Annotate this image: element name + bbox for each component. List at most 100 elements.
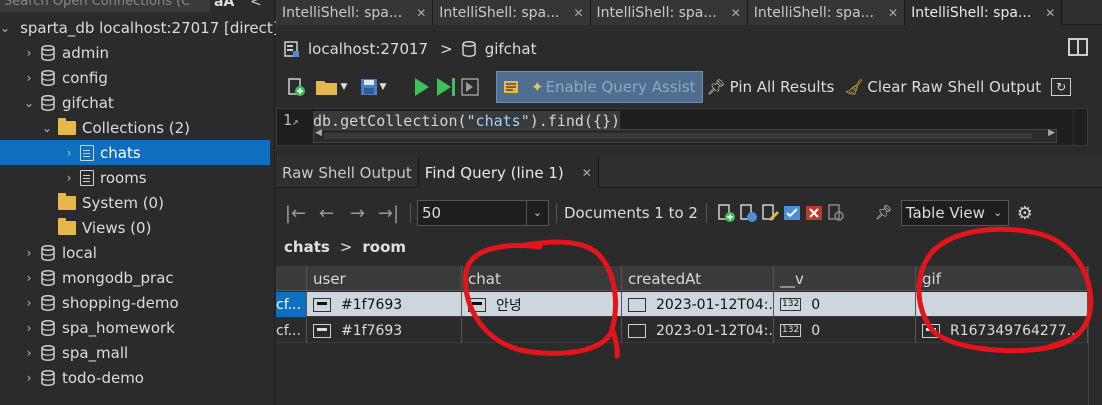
table-cell-chat[interactable] <box>462 318 622 343</box>
table-cell-chat[interactable]: 안녕 <box>462 292 622 317</box>
column-header[interactable]: chat <box>462 266 622 291</box>
result-path-field[interactable]: room <box>362 238 406 256</box>
close-tab-icon[interactable]: ✕ <box>416 6 426 20</box>
close-result-tab-icon[interactable]: ✕ <box>582 166 592 180</box>
view-mode-dropdown-icon[interactable]: ⌄ <box>988 201 1008 225</box>
import-document-icon[interactable] <box>738 203 758 223</box>
chevron-right-icon[interactable]: › <box>62 146 76 160</box>
table-cell-gif[interactable] <box>916 292 1088 317</box>
page-size-select[interactable]: 50 ⌄ <box>417 200 549 226</box>
query-code[interactable]: db.getCollection("chats").find({}) <box>313 111 621 129</box>
save-icon[interactable]: ▼ <box>352 74 394 100</box>
chevron-right-icon[interactable]: › <box>22 246 36 260</box>
close-tab-icon[interactable]: ✕ <box>888 6 898 20</box>
enable-query-assist-button[interactable]: ✦ Enable Query Assist <box>496 71 703 103</box>
next-page-icon[interactable]: → <box>342 203 373 224</box>
table-row[interactable]: cf... #1f7693 2023-01-12T04:... 132 0 R167349… <box>276 318 1088 343</box>
tree-item[interactable]: › config <box>0 65 270 90</box>
table-cell-user[interactable]: #1f7693 <box>307 292 462 317</box>
column-header[interactable]: __v <box>774 266 916 291</box>
table-cell-id[interactable]: cf... <box>276 318 307 343</box>
previous-page-icon[interactable]: ← <box>311 203 342 224</box>
editor-tab[interactable]: IntelliShell: spa... ✕ <box>747 0 906 25</box>
tree-item[interactable]: › local <box>0 240 270 265</box>
editor-tab[interactable]: IntelliShell: spa... ✕ <box>433 0 591 25</box>
tree-item[interactable]: › spa_homework <box>0 315 270 340</box>
delete-document-icon[interactable] <box>804 203 824 223</box>
tree-item[interactable]: › todo-demo <box>0 365 270 390</box>
chevron-right-icon[interactable]: › <box>22 346 36 360</box>
pin-all-results-button[interactable]: 📌︎ Pin All Results <box>707 74 835 100</box>
refresh-icon[interactable]: ↻ <box>1051 78 1072 96</box>
close-tab-icon[interactable]: ✕ <box>731 6 741 20</box>
editor-tab[interactable]: IntelliShell: spa... ✕ <box>276 0 434 25</box>
editor-vertical-scrollbar[interactable] <box>1073 109 1087 145</box>
table-cell-user[interactable]: #1f7693 <box>307 318 462 343</box>
find-document-icon[interactable] <box>826 203 846 223</box>
editor-horizontal-scrollbar[interactable]: ◀ ▶ <box>313 128 1057 143</box>
split-view-icon[interactable] <box>1068 38 1088 56</box>
table-cell-version[interactable]: 132 0 <box>774 292 916 317</box>
open-folder-icon[interactable]: ▼ <box>310 74 352 100</box>
first-page-icon[interactable]: |← <box>280 203 311 224</box>
view-mode-select[interactable]: Table View ⌄ <box>900 200 1009 226</box>
tree-item[interactable]: › mongodb_prac <box>0 265 270 290</box>
table-cell-createdat[interactable]: 2023-01-12T04:... <box>622 292 774 317</box>
add-document-icon[interactable] <box>716 203 736 223</box>
query-editor[interactable]: 1↗ db.getCollection("chats").find({}) ◀ … <box>276 108 1088 146</box>
validate-document-icon[interactable] <box>782 203 802 223</box>
edit-document-icon[interactable] <box>760 203 780 223</box>
result-tab[interactable]: Find Query (line 1) ✕ <box>418 157 599 188</box>
chevron-right-icon[interactable]: › <box>22 271 36 285</box>
pin-result-icon[interactable]: 📌︎ <box>875 205 893 221</box>
chevron-right-icon[interactable]: › <box>22 296 36 310</box>
run-icon[interactable] <box>410 74 434 100</box>
result-path-collection[interactable]: chats <box>284 238 330 256</box>
new-script-icon[interactable] <box>282 74 310 100</box>
column-header[interactable] <box>276 266 307 291</box>
table-cell-createdat[interactable]: 2023-01-12T04:... <box>622 318 774 343</box>
table-cell-version[interactable]: 132 0 <box>774 318 916 343</box>
column-header[interactable]: gif <box>916 266 1088 291</box>
table-cell-id[interactable]: cf... <box>276 292 307 317</box>
case-sensitive-toggle[interactable]: aA <box>214 0 234 10</box>
breadcrumb-connection[interactable]: localhost:27017 <box>308 40 428 58</box>
last-page-icon[interactable]: →| <box>373 203 404 224</box>
tree-item[interactable]: ⌄ Collections (2) <box>0 115 270 140</box>
tree-item[interactable]: › spa_mall <box>0 340 270 365</box>
clear-raw-shell-output-button[interactable]: 🧹︎ Clear Raw Shell Output <box>844 74 1041 100</box>
tree-item[interactable]: › rooms <box>0 165 270 190</box>
table-cell-gif[interactable]: R167349764277... <box>916 318 1088 343</box>
chevron-right-icon[interactable]: › <box>62 171 76 185</box>
breadcrumb-database[interactable]: gifchat <box>485 40 537 58</box>
editor-tab[interactable]: IntelliShell: spa... ✕ <box>590 0 748 25</box>
step-icon[interactable] <box>458 74 482 100</box>
results-vertical-scrollbar[interactable] <box>1088 266 1102 405</box>
chevron-right-icon[interactable]: › <box>22 46 36 60</box>
collapse-arrow-icon[interactable]: < <box>250 0 262 10</box>
run-line-icon[interactable] <box>434 74 458 100</box>
tree-item[interactable]: ⌄ sparta_db localhost:27017 [direct] <box>0 15 279 40</box>
settings-gear-icon[interactable]: ⚙ <box>1017 203 1033 224</box>
connection-search-input[interactable]: Search Open Connections (C <box>0 0 210 12</box>
chevron-right-icon[interactable]: › <box>22 71 36 85</box>
tree-item[interactable]: › chats <box>0 140 270 165</box>
table-row[interactable]: cf... #1f7693 안녕 2023-01-12T04:... 132 0 <box>276 292 1088 317</box>
close-tab-icon[interactable]: ✕ <box>1045 6 1055 20</box>
chevron-down-icon[interactable]: ⌄ <box>0 21 10 35</box>
chevron-right-icon[interactable]: › <box>22 371 36 385</box>
column-header[interactable]: createdAt <box>622 266 774 291</box>
chevron-down-icon[interactable]: ⌄ <box>22 96 36 110</box>
tree-item[interactable]: System (0) <box>0 190 270 215</box>
editor-tab[interactable]: IntelliShell: spa... ✕ <box>905 0 1063 25</box>
close-tab-icon[interactable]: ✕ <box>573 6 583 20</box>
chevron-down-icon[interactable]: ⌄ <box>40 121 54 135</box>
chevron-right-icon[interactable]: › <box>22 321 36 335</box>
page-size-dropdown-icon[interactable]: ⌄ <box>526 201 548 225</box>
tree-item[interactable]: ⌄ gifchat <box>0 90 270 115</box>
tree-item[interactable]: › shopping-demo <box>0 290 270 315</box>
tree-item[interactable]: › admin <box>0 40 270 65</box>
result-tab[interactable]: Raw Shell Output <box>276 157 419 188</box>
tree-item[interactable]: Views (0) <box>0 215 270 240</box>
column-header[interactable]: user <box>307 266 462 291</box>
